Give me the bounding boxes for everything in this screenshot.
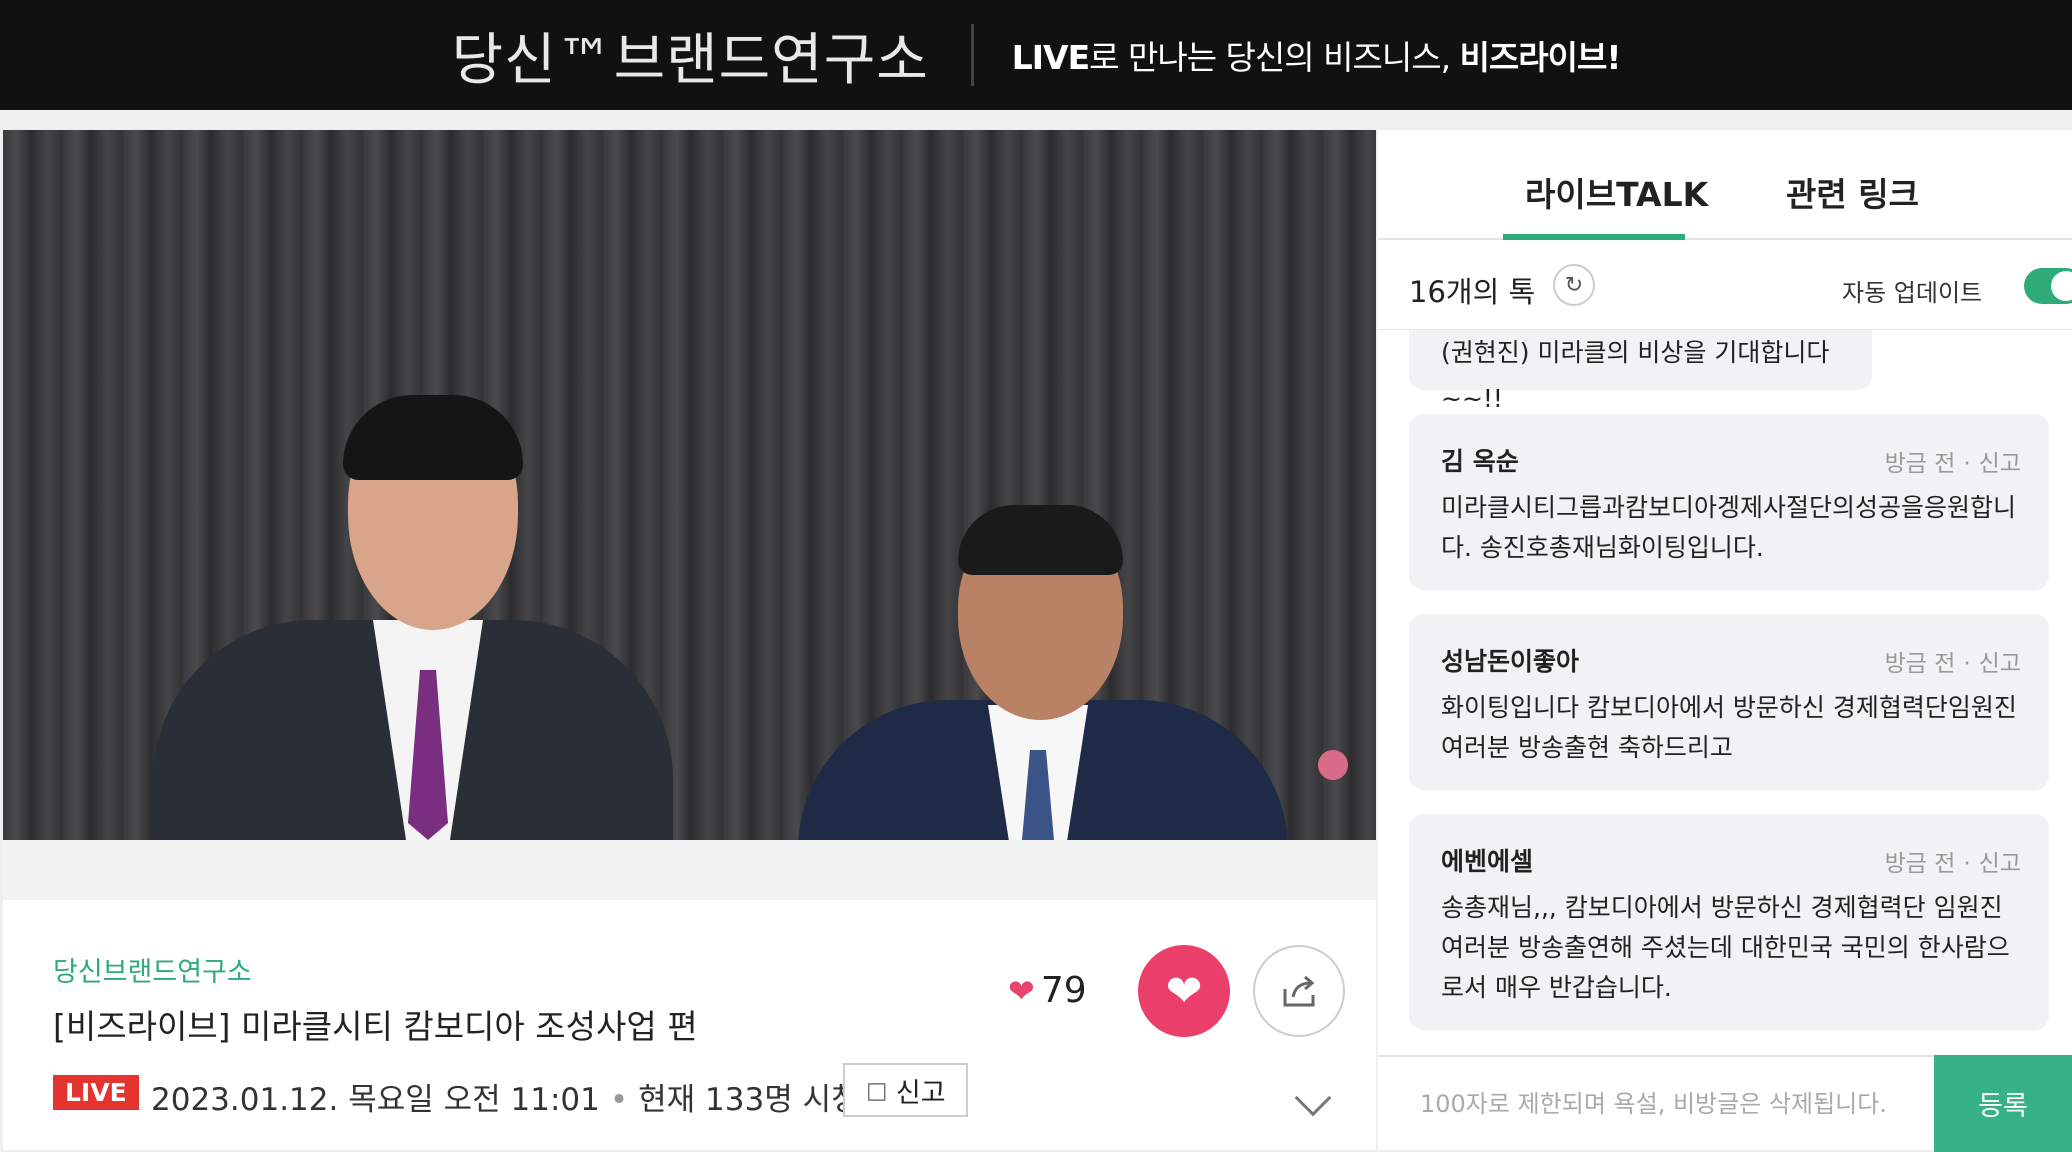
chat-author: 김 옥순: [1441, 447, 1519, 476]
host-left-hair: [343, 395, 523, 480]
live-badge: LIVE: [53, 1075, 139, 1110]
chat-input-bar: 등록: [1378, 1055, 2072, 1152]
chat-author: 성남돈이좋아: [1441, 647, 1580, 676]
chat-report-link[interactable]: 신고: [1979, 851, 2021, 877]
video-title: [비즈라이브] 미라클시티 캄보디아 조성사업 편: [53, 1007, 698, 1046]
brand-logo[interactable]: 당신™브랜드연구소: [452, 15, 929, 96]
sidebar-tabs: 라이브TALK 관련 링크: [1378, 130, 2072, 240]
video-info-panel: 당신브랜드연구소 [비즈라이브] 미라클시티 캄보디아 조성사업 편 ❤ 79 …: [3, 900, 1376, 1150]
chat-meta: 방금 전 · 신고: [1885, 844, 2021, 878]
chat-report-link[interactable]: 신고: [1979, 651, 2021, 677]
live-video-player[interactable]: [3, 130, 1376, 900]
tab-live-talk[interactable]: 라이브TALK: [1525, 168, 1708, 216]
channel-name[interactable]: 당신브랜드연구소: [53, 950, 252, 989]
heart-icon: ❤: [1008, 971, 1035, 1010]
banner-tagline: LIVE로 만나는 당신의 비즈니스, 비즈라이브!: [1011, 31, 1622, 79]
viewer-count: 현재 133명 시청: [638, 1082, 860, 1118]
report-label: 신고: [895, 1077, 946, 1109]
chat-message: 성남돈이좋아 방금 전 · 신고 화이팅입니다 캄보디아에서 방문하신 경제협력단임…: [1409, 614, 2049, 790]
like-count: ❤ 79: [1008, 970, 1087, 1011]
broadcast-datetime: 2023.01.12. 목요일 오전 11:01: [151, 1082, 600, 1118]
meta-separator: ·: [1963, 651, 1971, 677]
auto-update-label: 자동 업데이트: [1842, 279, 1983, 307]
chat-message-text: 송총재님,,, 캄보디아에서 방문하신 경제협력단 임원진 여러분 방송출연해 …: [1441, 893, 2010, 1002]
chat-report-link[interactable]: 신고: [1979, 451, 2021, 477]
chat-message-text: 미라클시티그릅과캄보디아겡제사절단의성공을응원합니다. 송진호총재님화이팅입니다…: [1441, 493, 2017, 562]
submit-button[interactable]: 등록: [1934, 1055, 2072, 1152]
meta-separator: ·: [1963, 851, 1971, 877]
share-button[interactable]: [1253, 945, 1345, 1037]
tagline-mid: 로 만나는 당신의 비즈니스,: [1089, 38, 1460, 77]
talk-count: 16개의 톡: [1409, 275, 1536, 309]
refresh-icon: ↻: [1564, 272, 1584, 298]
meta-separator: ·: [1963, 451, 1971, 477]
chat-time: 방금 전: [1884, 651, 1956, 677]
broadcast-meta: 2023.01.12. 목요일 오전 11:01 • 현재 133명 시청: [151, 1074, 860, 1119]
tab-related-links[interactable]: 관련 링크: [1786, 168, 1919, 216]
chat-author: 에벤에셀: [1441, 847, 1534, 876]
heart-icon: ❤: [1165, 965, 1203, 1017]
auto-update-toggle[interactable]: [2024, 268, 2072, 304]
chat-input[interactable]: [1378, 1057, 1934, 1150]
flower-decoration: [1318, 750, 1348, 780]
like-button[interactable]: ❤: [1138, 945, 1230, 1037]
chat-message: 에벤에셀 방금 전 · 신고 송총재님,,, 캄보디아에서 방문하신 경제협력단 임…: [1409, 814, 2049, 1030]
chevron-down-icon[interactable]: [1294, 1079, 1332, 1117]
desk: [3, 840, 1376, 900]
like-count-value: 79: [1040, 970, 1087, 1011]
share-icon: [1283, 975, 1315, 1007]
banner-divider: [970, 24, 974, 86]
report-button[interactable]: ◻ 신고: [843, 1063, 968, 1117]
chat-message-text: 화이팅입니다 캄보디아에서 방문하신 경제협력단임원진 여러분 방송출현 축하드…: [1441, 693, 2017, 762]
tagline-end: 비즈라이브!: [1459, 38, 1622, 77]
chat-meta: 방금 전 · 신고: [1885, 644, 2021, 678]
active-tab-indicator: [1503, 234, 1685, 240]
talk-toolbar: 16개의 톡 ↻ 자동 업데이트: [1378, 242, 2072, 330]
chat-time: 방금 전: [1884, 851, 1956, 877]
chat-time: 방금 전: [1884, 451, 1956, 477]
guest-right-hair: [958, 505, 1123, 575]
bell-icon: ◻: [865, 1074, 888, 1106]
chat-message-text: (권현진) 미라클의 비상을 기대합니다~~!!: [1441, 338, 1830, 413]
chat-message: (권현진) 미라클의 비상을 기대합니다~~!!: [1409, 330, 1872, 413]
refresh-button[interactable]: ↻: [1553, 264, 1595, 306]
meta-separator: •: [609, 1082, 629, 1118]
chat-message: 김 옥순 방금 전 · 신고 미라클시티그릅과캄보디아겡제사절단의성공을응원합니다.…: [1409, 414, 2049, 590]
top-banner: 당신™브랜드연구소 LIVE로 만나는 당신의 비즈니스, 비즈라이브!: [0, 0, 2072, 110]
chat-meta: 방금 전 · 신고: [1885, 444, 2021, 478]
tagline-live: LIVE: [1011, 38, 1090, 77]
chat-sidebar: 라이브TALK 관련 링크 16개의 톡 ↻ 자동 업데이트 (권현진) 미라클…: [1378, 130, 2072, 1152]
